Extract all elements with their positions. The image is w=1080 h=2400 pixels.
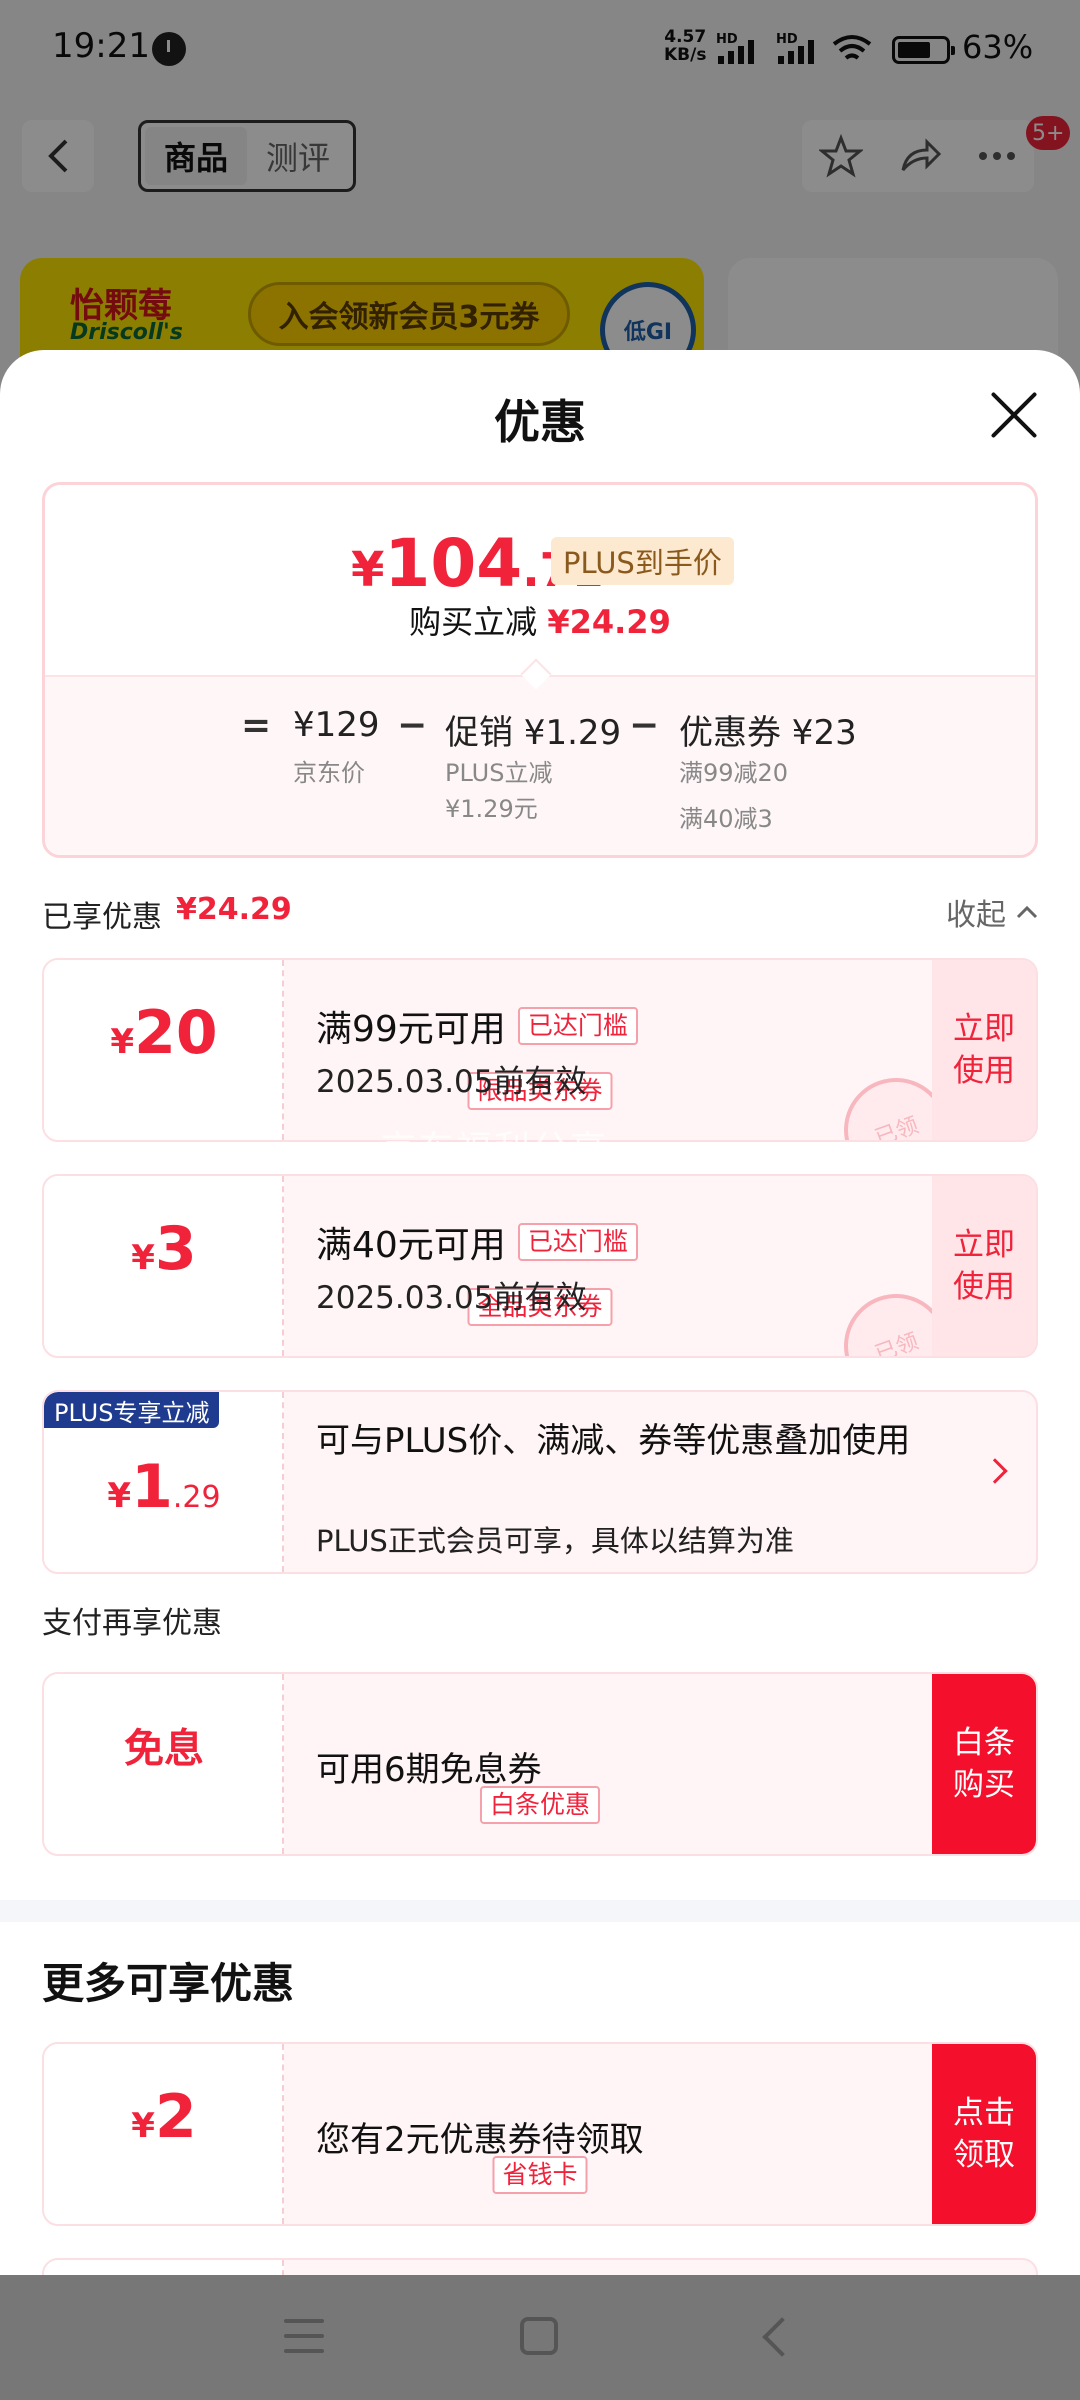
- promo-value: 促销 ¥1.29: [445, 713, 622, 753]
- enjoyed-amount: ¥24.29: [176, 892, 292, 927]
- watermark: 京东福利分享: [380, 1129, 609, 1170]
- coupon-card: ¥3 全品类东券 满40元可用 已达门槛 2025.03.05前有效 已领 立即…: [42, 1174, 1038, 1358]
- coupon-condition: 满40元可用 已达门槛: [316, 1216, 638, 1268]
- price-integer: 104: [384, 525, 523, 602]
- plus-price-tag: PLUS到手价: [551, 537, 734, 585]
- savings-card: ¥2 省钱卡 您有2元优惠券待领取 点击领取: [42, 2042, 1038, 2226]
- collapse-label: 收起: [946, 898, 1006, 933]
- system-nav-bar: [0, 2275, 1080, 2400]
- equals-sign: =: [241, 705, 272, 746]
- plus-ribbon: PLUS专享立减: [44, 1392, 220, 1428]
- coupon-validity: 2025.03.05前有效: [316, 1064, 587, 1100]
- baitiao-amount: 免息: [124, 1726, 204, 1772]
- coupon-symbol: ¥: [110, 1022, 135, 1062]
- menu-icon[interactable]: [284, 2319, 324, 2353]
- claim-button[interactable]: 点击领取: [932, 2044, 1036, 2224]
- threshold-reached-badge: 已达门槛: [517, 1223, 638, 1261]
- baitiao-desc: 可用6期免息券: [316, 1750, 542, 1790]
- plus-symbol: ¥: [107, 1476, 132, 1516]
- base-price-label: 京东价: [293, 759, 365, 787]
- coupon-value: 优惠券 ¥23: [679, 713, 857, 753]
- plus-desc: 可与PLUS价、满减、券等优惠叠加使用: [316, 1421, 911, 1461]
- more-discounts-title: 更多可享优惠: [42, 1959, 295, 2008]
- saved-amount: ¥24.29: [547, 603, 671, 641]
- plus-amount: ¥1.29: [44, 1452, 284, 1522]
- coupon-condition-text: 满99元可用: [316, 1009, 506, 1050]
- savings-amount-number: 2: [154, 2082, 197, 2152]
- back-icon[interactable]: [762, 2317, 802, 2357]
- use-now-button[interactable]: 立即使用: [932, 960, 1036, 1140]
- plus-amount-int: 1: [131, 1452, 173, 1522]
- price-summary: ¥ 104 .71 PLUS到手价 购买立减 ¥24.29 = ¥129 京东价…: [42, 482, 1038, 858]
- use-now-button[interactable]: 立即使用: [932, 1176, 1036, 1356]
- minus-sign-2: −: [629, 705, 660, 746]
- savings-symbol: ¥: [131, 2106, 155, 2146]
- plus-note: PLUS正式会员可享，具体以结算为准: [316, 1524, 794, 1558]
- price-symbol: ¥: [351, 542, 385, 598]
- coupon-amount: ¥3: [44, 1214, 284, 1284]
- savings-amount: ¥2: [44, 2082, 284, 2152]
- promo-sub-2: ¥1.29元: [445, 795, 538, 823]
- baitiao-card: 免息 白条优惠 可用6期免息券 白条购买: [42, 1672, 1038, 1856]
- enjoyed-discounts-header: 已享优惠 ¥24.29 收起: [42, 886, 1038, 936]
- coupon-condition-text: 满40元可用: [316, 1225, 506, 1266]
- coupon-sub-1: 满99减20: [679, 759, 789, 787]
- sheet-title: 优惠: [494, 395, 586, 449]
- price-breakdown: = ¥129 京东价 − 促销 ¥1.29 PLUS立减 ¥1.29元 − 优惠…: [45, 691, 1035, 861]
- promo-sub-1: PLUS立减: [445, 759, 553, 787]
- pay-section-title: 支付再享优惠: [42, 1606, 222, 1641]
- coupon-sub-2: 满40减3: [679, 805, 773, 833]
- next-card-partial: [42, 2258, 1038, 2275]
- savings-tag: 省钱卡: [492, 2156, 588, 2194]
- discount-sheet: 优惠 ¥ 104 .71 PLUS到手价 购买立减 ¥24.29 = ¥129 …: [0, 350, 1080, 2275]
- chevron-up-icon: [1016, 905, 1038, 919]
- coupon-amount-number: 3: [154, 1214, 197, 1284]
- enjoyed-label: 已享优惠: [42, 900, 162, 935]
- saved-line: 购买立减 ¥24.29: [45, 597, 1035, 643]
- section-divider: [0, 1900, 1080, 1922]
- coupon-condition: 满99元可用 已达门槛: [316, 1000, 638, 1052]
- close-icon[interactable]: [988, 388, 1042, 442]
- minus-sign-1: −: [397, 705, 428, 746]
- coupon-symbol: ¥: [131, 1238, 155, 1278]
- coupon-card: ¥20 限品类东券 满99元可用 已达门槛 2025.03.05前有效 已领 立…: [42, 958, 1038, 1142]
- plus-amount-dec: .29: [172, 1480, 221, 1515]
- savings-desc: 您有2元优惠券待领取: [316, 2120, 644, 2160]
- coupon-left: [44, 2260, 284, 2275]
- base-price-value: ¥129: [293, 705, 380, 745]
- coupon-amount-number: 20: [134, 998, 218, 1068]
- threshold-reached-badge: 已达门槛: [517, 1007, 638, 1045]
- home-icon[interactable]: [520, 2317, 558, 2355]
- coupon-amount: ¥20: [44, 998, 284, 1068]
- baitiao-buy-button[interactable]: 白条购买: [932, 1674, 1036, 1854]
- chevron-right-icon: [982, 1458, 1008, 1484]
- plus-discount-card[interactable]: PLUS专享立减 ¥1.29 可与PLUS价、满减、券等优惠叠加使用 PLUS正…: [42, 1390, 1038, 1574]
- collapse-toggle[interactable]: 收起: [946, 890, 1038, 934]
- baitiao-tag: 白条优惠: [479, 1786, 601, 1824]
- coupon-validity: 2025.03.05前有效: [316, 1280, 587, 1316]
- saved-label: 购买立减: [409, 603, 538, 641]
